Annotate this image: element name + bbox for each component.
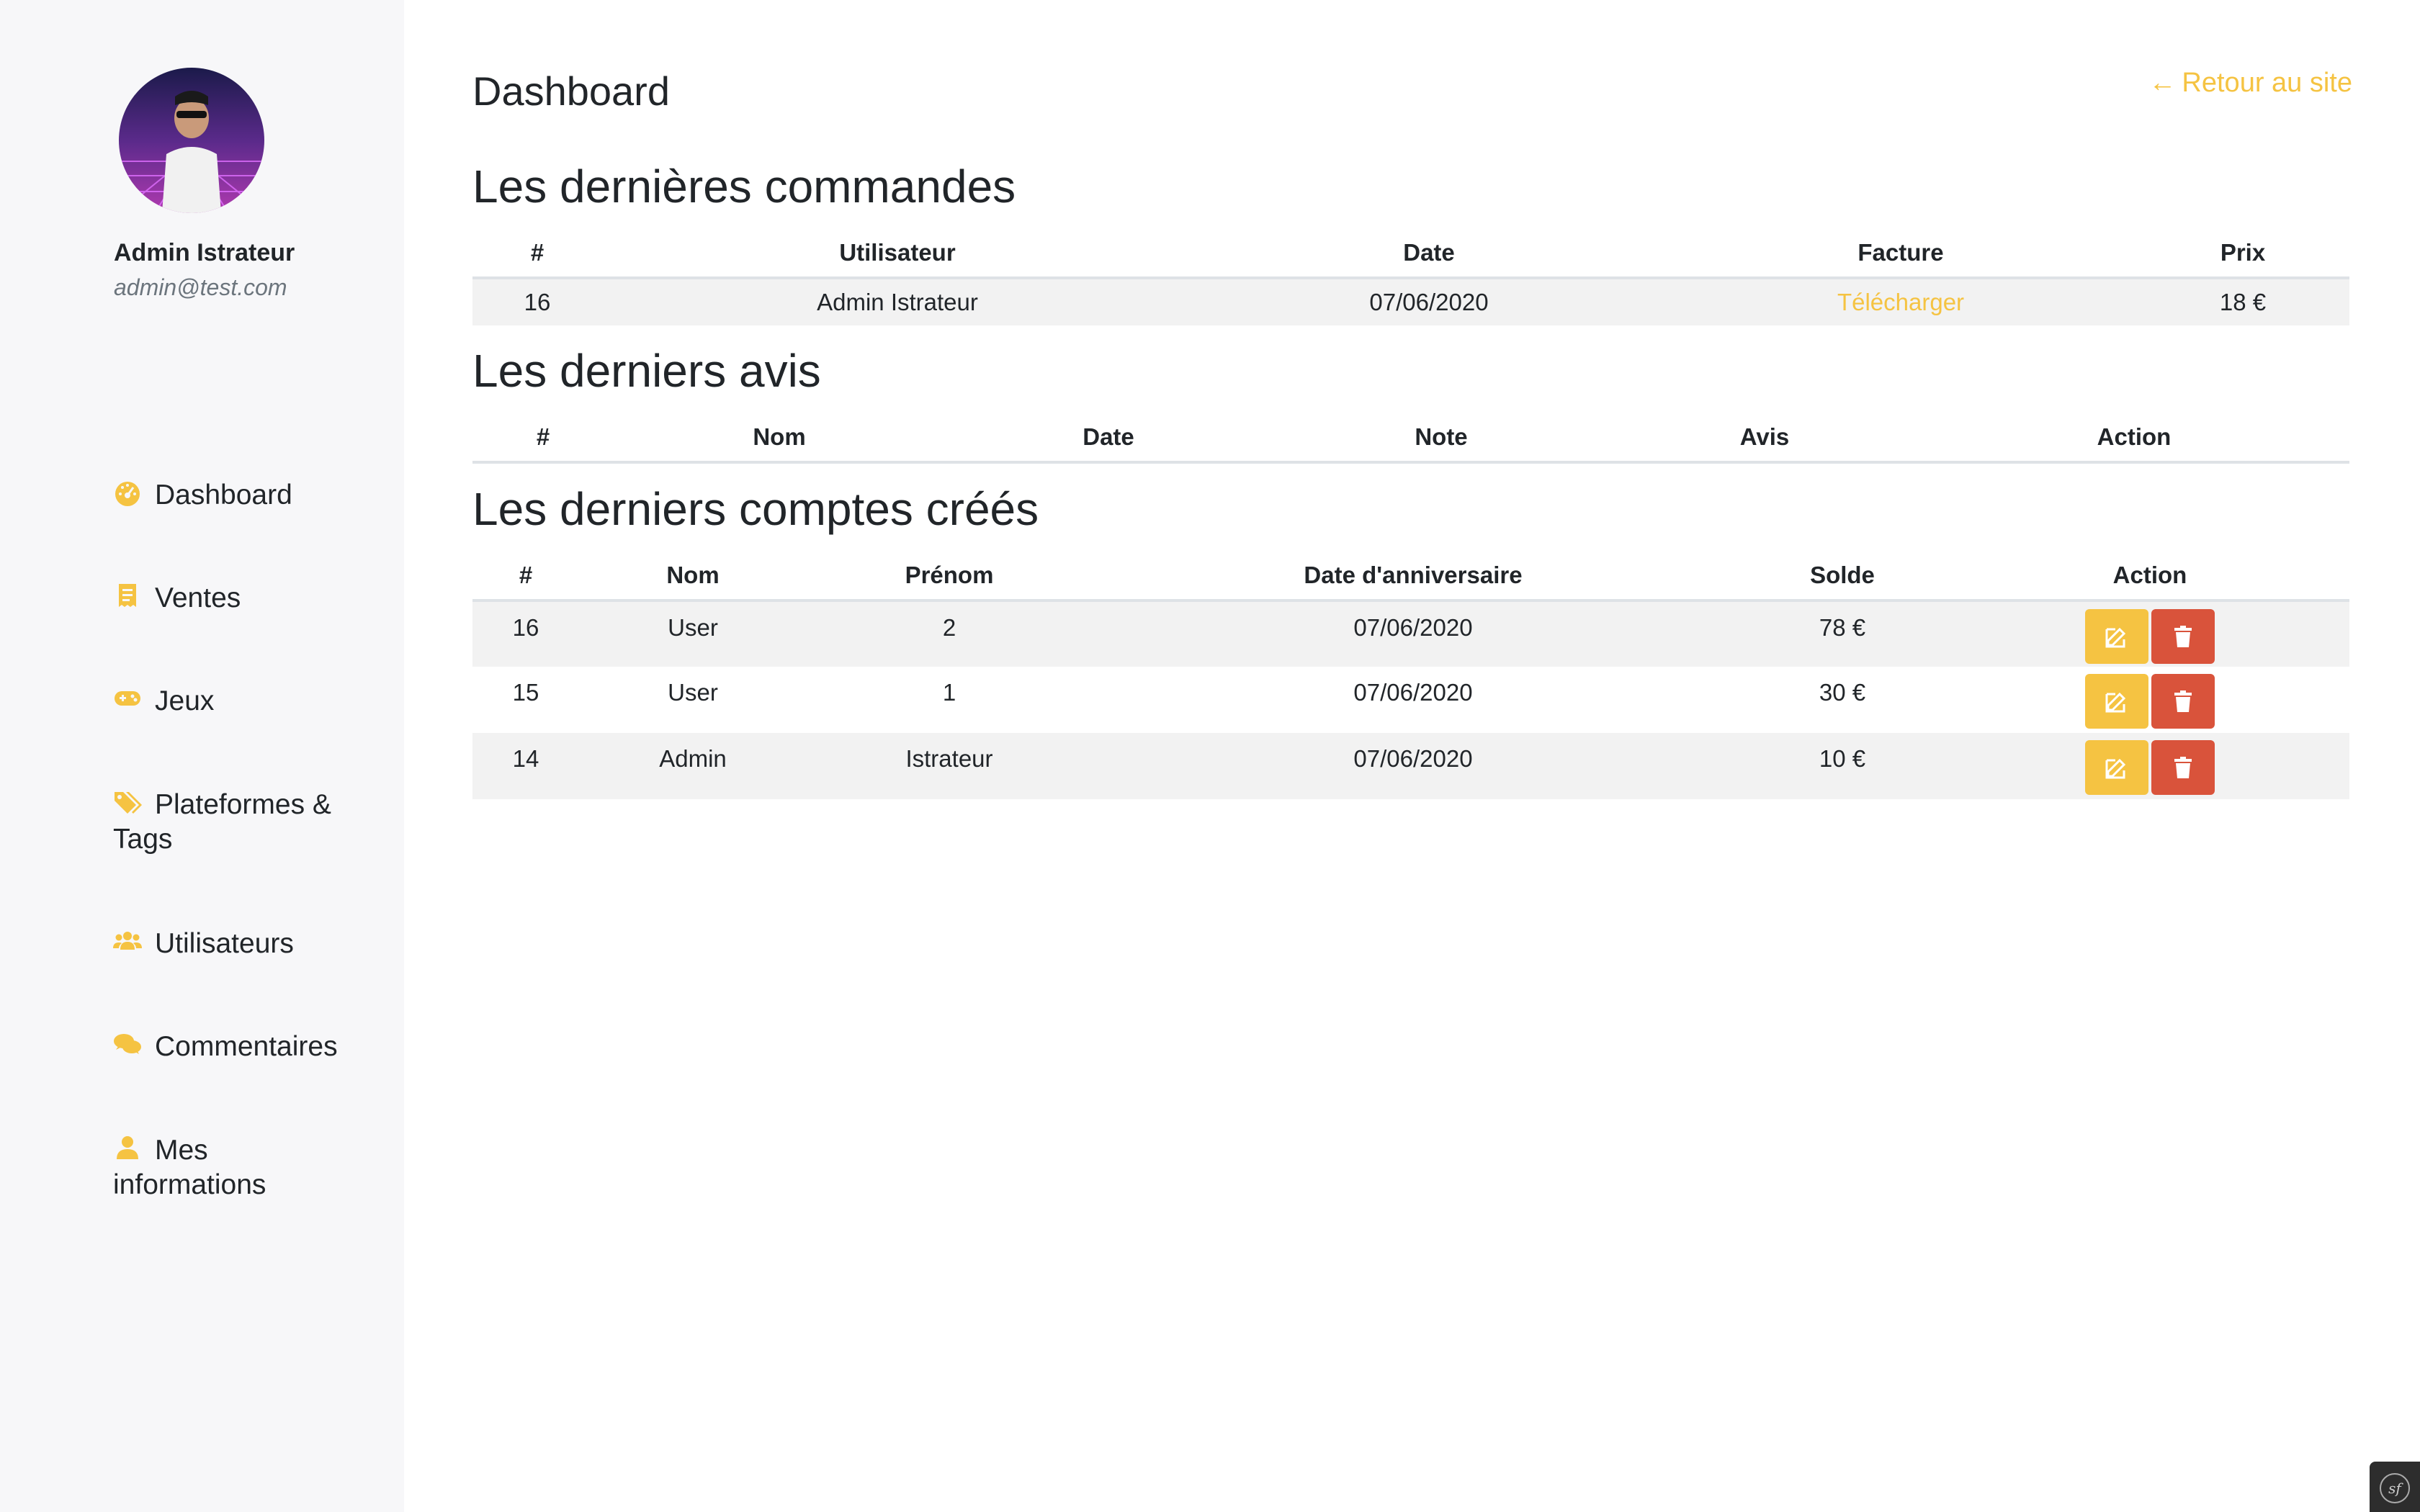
account-prenom: Istrateur: [905, 745, 993, 772]
column-header: #: [472, 552, 579, 602]
table-row: 16 User 2 07/06/2020 78 €: [472, 600, 2349, 667]
edit-button[interactable]: [2085, 609, 2148, 664]
account-solde: 78 €: [1819, 614, 1866, 641]
order-user: Admin Istrateur: [817, 289, 978, 315]
trash-icon: [2174, 757, 2192, 778]
accounts-table: # Nom Prénom Date d'anniversaire Solde A…: [472, 552, 2349, 799]
column-header: Nom: [579, 552, 807, 602]
order-date: 07/06/2020: [1369, 289, 1489, 315]
column-header: Nom: [614, 413, 945, 464]
receipt-icon: [113, 581, 142, 610]
user-email: admin@test.com: [114, 274, 287, 300]
column-header: Date d'anniversaire: [1092, 552, 1734, 602]
orders-table: # Utilisateur Date Facture Prix 16 Admin…: [472, 229, 2349, 325]
sidebar: Admin Istrateur admin@test.com Dashboard…: [0, 0, 404, 1512]
account-solde: 30 €: [1819, 679, 1866, 706]
column-header: Prix: [2136, 229, 2349, 279]
account-prenom: 2: [942, 614, 956, 641]
account-nom: User: [668, 679, 718, 706]
delete-button[interactable]: [2151, 740, 2215, 795]
account-id: 16: [512, 614, 539, 641]
delete-button[interactable]: [2151, 609, 2215, 664]
column-header: Utilisateur: [602, 229, 1193, 279]
reviews-section-title: Les derniers avis: [472, 345, 821, 397]
account-solde: 10 €: [1819, 745, 1866, 772]
sidebar-item-label: Ventes: [155, 582, 241, 613]
sidebar-item-plateformes-tags[interactable]: Plateformes & Tags: [113, 788, 358, 857]
orders-section-title: Les dernières commandes: [472, 161, 1016, 212]
account-id: 14: [512, 745, 539, 772]
arrow-left-icon: ←: [2148, 68, 2177, 98]
column-header: Prénom: [807, 552, 1092, 602]
table-row: 16 Admin Istrateur 07/06/2020 Télécharge…: [472, 278, 2349, 325]
sidebar-item-label: Jeux: [155, 685, 215, 716]
sidebar-item-ventes[interactable]: Ventes: [113, 581, 358, 616]
sidebar-item-label: Plateformes & Tags: [113, 789, 331, 855]
column-header: Avis: [1610, 413, 1919, 464]
column-header: Date: [945, 413, 1272, 464]
trash-icon: [2174, 626, 2192, 647]
sidebar-item-label: Commentaires: [155, 1031, 338, 1062]
edit-button[interactable]: [2085, 674, 2148, 729]
account-id: 15: [512, 679, 539, 706]
column-header: Note: [1272, 413, 1610, 464]
account-birthday: 07/06/2020: [1353, 614, 1473, 641]
symfony-logo-icon: sf: [2380, 1473, 2410, 1503]
sidebar-item-label: Dashboard: [155, 480, 292, 510]
tags-icon: [113, 788, 142, 816]
column-header: Action: [1950, 552, 2349, 602]
delete-button[interactable]: [2151, 674, 2215, 729]
tachometer-icon: [113, 478, 142, 507]
sidebar-item-utilisateurs[interactable]: Utilisateurs: [113, 927, 358, 961]
order-price: 18 €: [2219, 289, 2267, 315]
download-invoice-link[interactable]: Télécharger: [1837, 289, 1964, 315]
edit-button[interactable]: [2085, 740, 2148, 795]
gamepad-icon: [113, 684, 142, 713]
users-icon: [113, 927, 142, 955]
account-birthday: 07/06/2020: [1353, 679, 1473, 706]
avatar: [119, 68, 264, 213]
user-name: Admin Istrateur: [114, 239, 295, 266]
account-nom: Admin: [659, 745, 727, 772]
sidebar-item-label: Utilisateurs: [155, 928, 294, 959]
comments-icon: [113, 1030, 142, 1058]
column-header: Facture: [1665, 229, 2136, 279]
sidebar-item-dashboard[interactable]: Dashboard: [113, 478, 358, 513]
sidebar-item-mes-informations[interactable]: Mes informations: [113, 1133, 358, 1202]
user-icon: [113, 1133, 142, 1162]
order-id: 16: [524, 289, 551, 315]
accounts-section-title: Les derniers comptes créés: [472, 483, 1039, 535]
edit-icon: [2105, 627, 2126, 648]
column-header: Action: [1919, 413, 2349, 464]
trash-icon: [2174, 690, 2192, 712]
account-nom: User: [668, 614, 718, 641]
column-header: #: [472, 229, 602, 279]
column-header: Solde: [1734, 552, 1950, 602]
svg-text:sf: sf: [2388, 1480, 2403, 1497]
sidebar-item-jeux[interactable]: Jeux: [113, 684, 358, 719]
account-prenom: 1: [942, 679, 956, 706]
symfony-toolbar-toggle[interactable]: sf: [2370, 1462, 2420, 1512]
table-row: 15 User 1 07/06/2020 30 €: [472, 667, 2349, 733]
reviews-table: # Nom Date Note Avis Action: [472, 413, 2349, 464]
sidebar-item-commentaires[interactable]: Commentaires: [113, 1030, 358, 1064]
edit-icon: [2105, 692, 2126, 713]
column-header: Date: [1193, 229, 1665, 279]
edit-icon: [2105, 758, 2126, 779]
column-header: #: [472, 413, 614, 464]
account-birthday: 07/06/2020: [1353, 745, 1473, 772]
table-row: 14 Admin Istrateur 07/06/2020 10 €: [472, 733, 2349, 799]
page-title: Dashboard: [472, 68, 670, 114]
back-to-site-link[interactable]: ← Retour au site: [2148, 68, 2352, 99]
